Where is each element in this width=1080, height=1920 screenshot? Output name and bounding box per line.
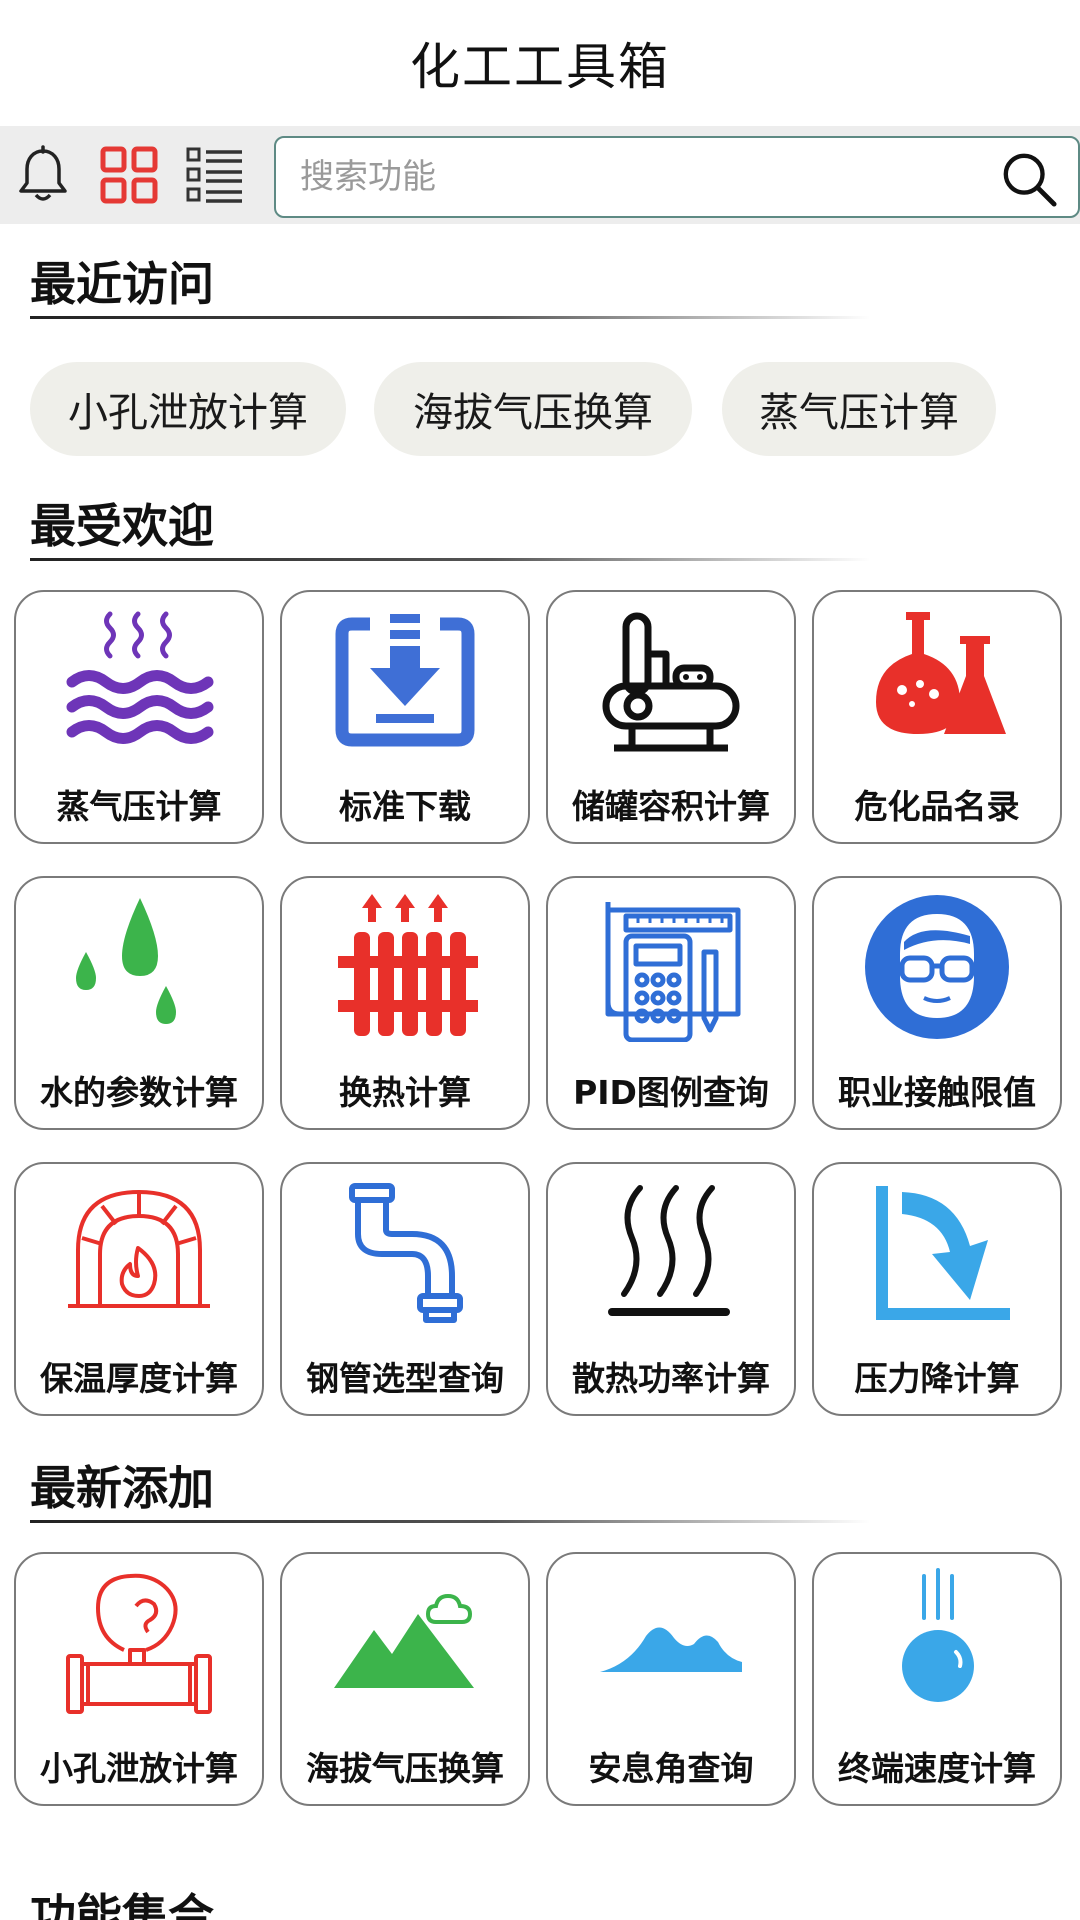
flask-icon (857, 606, 1017, 756)
grid-view-icon[interactable] (100, 146, 158, 204)
falling-ball-icon (857, 1568, 1017, 1718)
section-title-newest: 最新添加 (30, 1461, 214, 1515)
tool-card-angle-of-repose[interactable]: 安息角查询 (546, 1552, 796, 1806)
recent-chip[interactable]: 小孔泄放计算 (30, 362, 346, 456)
safety-goggles-icon (857, 892, 1017, 1042)
section-divider (30, 316, 870, 319)
tool-card-steel-pipe[interactable]: 钢管选型查询 (280, 1162, 530, 1416)
tool-card-label: 储罐容积计算 (572, 787, 770, 826)
search-input[interactable] (276, 138, 976, 216)
tool-card-label: PID图例查询 (573, 1073, 769, 1112)
tool-card-altitude-pressure[interactable]: 海拔气压换算 (280, 1552, 530, 1806)
tool-card-standard-download[interactable]: 标准下载 (280, 590, 530, 844)
blueprint-calculator-icon (591, 892, 751, 1042)
tool-card-hazardous-chemicals[interactable]: 危化品名录 (812, 590, 1062, 844)
pipe-leak-icon (59, 1568, 219, 1718)
radiator-icon (325, 892, 485, 1042)
tool-card-label: 压力降计算 (854, 1359, 1020, 1398)
tool-card-heat-exchange[interactable]: 换热计算 (280, 876, 530, 1130)
tool-card-label: 海拔气压换算 (306, 1749, 504, 1788)
download-icon (325, 606, 485, 756)
section-title-recent: 最近访问 (30, 257, 214, 311)
pressure-drop-icon (857, 1178, 1017, 1328)
tool-card-terminal-velocity[interactable]: 终端速度计算 (812, 1552, 1062, 1806)
list-view-icon[interactable] (186, 146, 244, 204)
mountain-icon (325, 1568, 485, 1718)
tool-card-water-properties[interactable]: 水的参数计算 (14, 876, 264, 1130)
section-title-popular: 最受欢迎 (30, 499, 214, 553)
tool-card-label: 换热计算 (339, 1073, 471, 1112)
tool-card-label: 职业接触限值 (838, 1073, 1036, 1112)
search-box (274, 136, 1080, 218)
section-divider (30, 1520, 870, 1523)
search-icon[interactable] (1000, 150, 1058, 208)
tool-card-label: 蒸气压计算 (56, 787, 222, 826)
section-title-collection: 功能集合 (30, 1889, 214, 1920)
tool-card-heat-dissipation[interactable]: 散热功率计算 (546, 1162, 796, 1416)
tool-card-label: 标准下载 (339, 787, 471, 826)
tool-card-pressure-drop[interactable]: 压力降计算 (812, 1162, 1062, 1416)
tool-card-label: 安息角查询 (588, 1749, 754, 1788)
title-bar: 化工工具箱 (0, 0, 1080, 126)
section-divider (30, 558, 870, 561)
tool-card-pid-legend[interactable]: PID图例查询 (546, 876, 796, 1130)
recent-chip[interactable]: 海拔气压换算 (374, 362, 692, 456)
tool-card-label: 水的参数计算 (40, 1073, 238, 1112)
tool-card-label: 危化品名录 (854, 787, 1020, 826)
furnace-icon (59, 1178, 219, 1328)
recent-chip[interactable]: 蒸气压计算 (722, 362, 996, 456)
tool-card-label: 散热功率计算 (572, 1359, 770, 1398)
vapor-waves-icon (59, 606, 219, 756)
water-drops-icon (59, 892, 219, 1042)
tool-card-label: 保温厚度计算 (40, 1359, 238, 1398)
tool-card-label: 小孔泄放计算 (40, 1749, 238, 1788)
tool-card-label: 终端速度计算 (838, 1749, 1036, 1788)
tool-card-insulation-thickness[interactable]: 保温厚度计算 (14, 1162, 264, 1416)
tool-card-label: 钢管选型查询 (306, 1359, 504, 1398)
pipe-icon (325, 1178, 485, 1328)
tool-card-orifice-leak[interactable]: 小孔泄放计算 (14, 1552, 264, 1806)
heat-waves-icon (591, 1178, 751, 1328)
tool-card-tank-volume[interactable]: 储罐容积计算 (546, 590, 796, 844)
toolbar (0, 126, 1080, 224)
tool-card-exposure-limits[interactable]: 职业接触限值 (812, 876, 1062, 1130)
page-title: 化工工具箱 (410, 38, 670, 96)
sand-pile-icon (591, 1568, 751, 1718)
tank-icon (591, 606, 751, 756)
tool-card-vapor-pressure[interactable]: 蒸气压计算 (14, 590, 264, 844)
bell-icon[interactable] (14, 145, 72, 204)
